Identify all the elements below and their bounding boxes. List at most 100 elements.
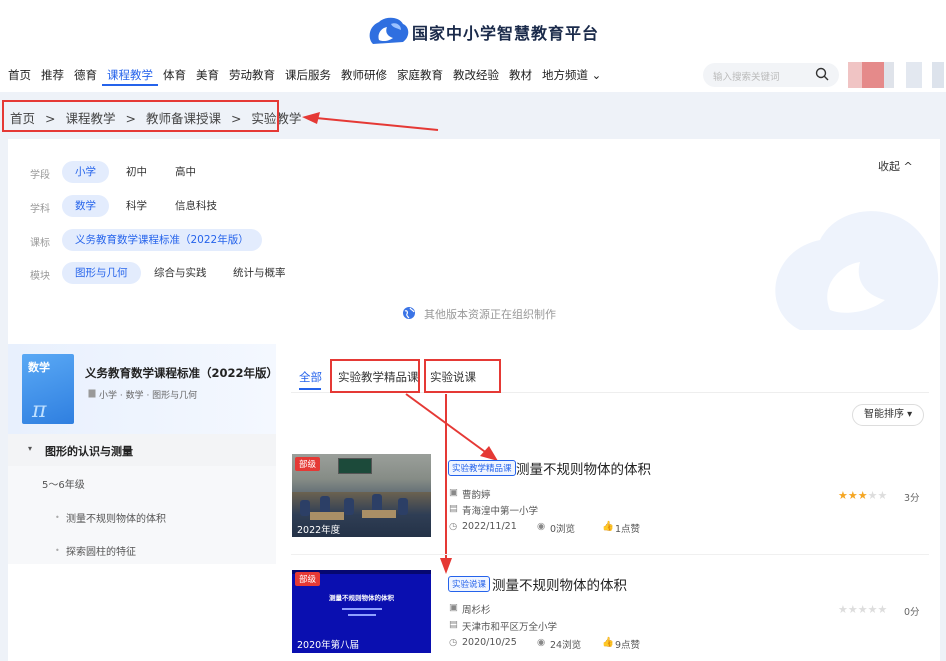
cloud-watermark-icon [775, 211, 939, 330]
level-badge-2: 部级 [295, 572, 321, 586]
tree-leaf-measure-volume[interactable]: 测量不规则物体的体积 [66, 510, 166, 525]
nav-item-reform[interactable]: 教改经验 [448, 66, 504, 86]
star-empty-icon: ★ [847, 603, 858, 616]
result-date-2: 2020/10/25 [462, 637, 517, 648]
result-likes-2: 9点赞 [615, 640, 641, 651]
filter-chip-practice[interactable]: 综合与实践 [141, 262, 220, 284]
result-score-2: 0分 [904, 607, 920, 618]
star-empty-icon: ★ [867, 603, 878, 616]
main-nav: 首页 推荐 德育 课程教学 体育 美育 劳动教育 课后服务 教师研修 家庭教育 … [8, 66, 606, 86]
bullet-dot-icon: • [55, 513, 60, 522]
filter-label-subject: 学科 [30, 204, 50, 215]
nav-item-recommend[interactable]: 推荐 [36, 66, 69, 86]
collapse-filters-button[interactable]: 收起 ^ [878, 158, 913, 174]
result-school-1: 青海湟中第一小学 [462, 506, 539, 517]
filter-chip-statistics[interactable]: 统计与概率 [220, 262, 299, 284]
eye-icon: ◉ [537, 637, 546, 648]
result-views-2: 24浏览 [550, 640, 582, 651]
result-title-2[interactable]: 测量不规则物体的体积 [492, 574, 627, 594]
filter-chip-primary[interactable]: 小学 [62, 161, 109, 183]
globe-icon [403, 307, 415, 319]
annotation-box-tab-talks [424, 359, 501, 393]
search-icon[interactable] [815, 67, 829, 81]
caret-down-icon[interactable]: ▾ [28, 444, 32, 453]
result-likes-1: 1点赞 [615, 524, 641, 535]
nav-item-arts[interactable]: 美育 [191, 66, 224, 86]
star-empty-icon: ★ [838, 603, 848, 616]
result-score-1: 3分 [904, 493, 920, 504]
star-filled-icon: ★ [847, 489, 858, 502]
filter-chip-geometry[interactable]: 图形与几何 [62, 262, 141, 284]
user-icon: ▣ [449, 487, 458, 498]
nav-item-teacher-training[interactable]: 教师研修 [336, 66, 392, 86]
pi-symbol-icon: π [32, 398, 47, 423]
sort-dropdown[interactable]: 智能排序 ▾ [852, 404, 924, 426]
platform-title[interactable]: 国家中小学智慧教育平台 [412, 20, 599, 44]
tab-all[interactable]: 全部 [299, 369, 322, 385]
eye-icon: ◉ [537, 521, 546, 532]
rating-stars-1: ★★★★★ [838, 489, 887, 502]
annotation-box-tab-featured [330, 359, 420, 393]
type-pill-2: 实验说课 [448, 576, 491, 592]
clock-icon: ◷ [449, 521, 458, 532]
result-date-1: 2022/11/21 [462, 521, 517, 532]
tree-leaves [8, 498, 276, 564]
filter-chip-math[interactable]: 数学 [62, 195, 109, 217]
level-badge-1: 部级 [295, 457, 321, 471]
type-pill-1: 实验教学精品课 [448, 460, 516, 476]
star-empty-icon: ★ [877, 603, 888, 616]
star-filled-icon: ★ [857, 489, 868, 502]
filter-label-module: 模块 [30, 271, 50, 282]
thumbnail-year-1: 2022年度 [297, 525, 341, 536]
nav-item-after-school[interactable]: 课后服务 [280, 66, 336, 86]
user-icon: ▣ [449, 602, 458, 613]
filter-chip-science[interactable]: 科学 [113, 195, 160, 217]
star-filled-icon: ★ [838, 489, 848, 502]
nav-item-textbook[interactable]: 教材 [504, 66, 537, 86]
filter-chip-middle[interactable]: 初中 [113, 161, 160, 183]
clock-icon: ◷ [449, 637, 458, 648]
nav-item-home[interactable]: 首页 [8, 66, 36, 86]
rating-stars-2: ★★★★★ [838, 603, 887, 616]
nav-item-pe[interactable]: 体育 [158, 66, 191, 86]
result-school-2: 天津市和平区万全小学 [462, 622, 558, 633]
result-title-1[interactable]: 测量不规则物体的体积 [516, 458, 651, 478]
nav-item-local[interactable]: 地方频道 ⌄ [537, 66, 606, 86]
result-author-1: 曹韵婷 [462, 490, 491, 501]
filter-chip-it[interactable]: 信息科技 [162, 195, 230, 217]
filter-chip-high[interactable]: 高中 [162, 161, 209, 183]
nav-item-family[interactable]: 家庭教育 [392, 66, 448, 86]
tree-leaf-cylinder[interactable]: 探索圆柱的特征 [66, 543, 136, 558]
textbook-cover-subject: 数学 [28, 361, 50, 374]
result-divider [291, 554, 929, 555]
school-icon: ▤ [449, 619, 458, 630]
filter-chip-standard-2022[interactable]: 义务教育数学课程标准（2022年版） [62, 229, 262, 251]
nav-item-moral[interactable]: 德育 [69, 66, 102, 86]
tree-grade-label: 5～6年级 [42, 480, 85, 491]
annotation-box-breadcrumb [2, 100, 279, 132]
search-placeholder: 输入搜索关键词 [713, 72, 780, 83]
book-icon [88, 389, 96, 398]
user-avatar-blurred[interactable] [848, 62, 944, 88]
thumbnail-year-2: 2020年第八届 [297, 640, 360, 651]
star-empty-icon: ★ [857, 603, 868, 616]
bullet-dot-icon: • [55, 546, 60, 555]
result-views-1: 0浏览 [550, 524, 576, 535]
thumb-up-icon: 👍 [602, 521, 614, 532]
thumbnail-title-2: 测量不规则物体的体积 [329, 594, 394, 602]
nav-item-course-teaching[interactable]: 课程教学 [102, 66, 158, 86]
result-author-2: 周杉杉 [462, 605, 491, 616]
platform-logo-icon[interactable] [365, 14, 411, 48]
nav-item-labor[interactable]: 劳动教育 [224, 66, 280, 86]
version-note: 其他版本资源正在组织制作 [424, 308, 556, 321]
textbook-title: 义务教育数学课程标准（2022年版） [85, 366, 279, 380]
star-empty-icon: ★ [867, 489, 878, 502]
tab-active-indicator [299, 388, 321, 390]
star-empty-icon: ★ [877, 489, 888, 502]
thumb-up-icon: 👍 [602, 637, 614, 648]
school-icon: ▤ [449, 503, 458, 514]
tree-section-title: 图形的认识与测量 [45, 445, 133, 458]
filter-label-standard: 课标 [30, 238, 50, 249]
filter-label-stage: 学段 [30, 170, 50, 181]
textbook-meta: 小学 · 数学 · 图形与几何 [99, 391, 198, 401]
